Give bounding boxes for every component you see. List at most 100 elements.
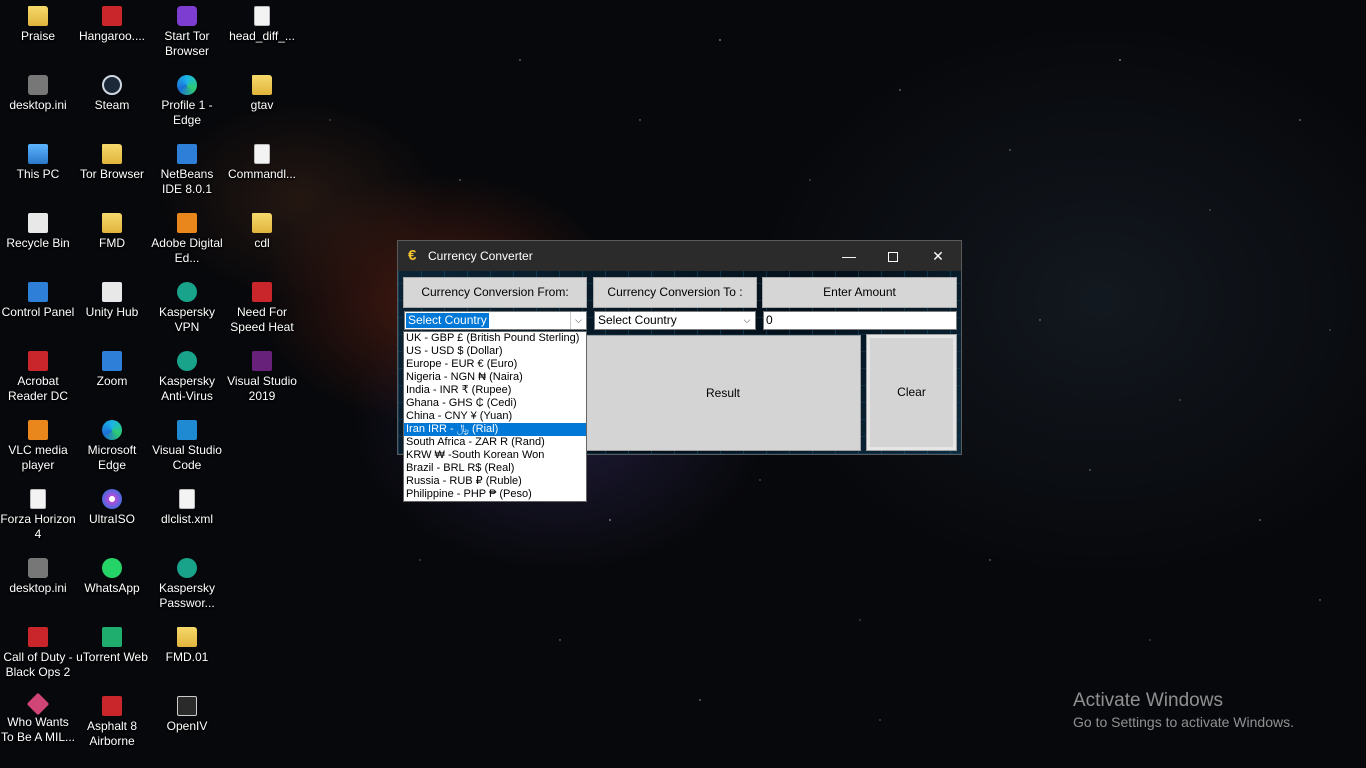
desktop-shortcut[interactable]: Kaspersky Passwor... [149, 558, 225, 611]
desktop-shortcut[interactable]: Asphalt 8 Airborne [74, 696, 150, 749]
minimize-button[interactable]: — [826, 241, 872, 271]
disc-icon [102, 489, 122, 509]
desktop-shortcut[interactable]: Forza Horizon 4 [0, 489, 76, 542]
file-icon [30, 489, 46, 509]
dropdown-option[interactable]: South Africa - ZAR R (Rand) [404, 436, 586, 449]
dropdown-option[interactable]: Philippine - PHP ₱ (Peso) [404, 488, 586, 501]
desktop-shortcut-label: NetBeans IDE 8.0.1 [160, 167, 214, 196]
desktop-shortcut[interactable]: FMD [74, 213, 150, 251]
clear-button[interactable]: Clear [866, 334, 957, 451]
zoom-icon [102, 351, 122, 371]
dropdown-option[interactable]: Nigeria - NGN ₦ (Naira) [404, 371, 586, 384]
desktop-shortcut[interactable]: This PC [0, 144, 76, 182]
desktop-shortcut[interactable]: Call of Duty - Black Ops 2 [0, 627, 76, 680]
recycle-bin-icon [28, 213, 48, 233]
openiv-icon [177, 696, 197, 716]
game-icon [26, 692, 50, 716]
desktop-shortcut[interactable]: UltraISO [74, 489, 150, 527]
game-icon [102, 6, 122, 26]
desktop-shortcut[interactable]: Steam [74, 75, 150, 113]
desktop-shortcut[interactable]: Start Tor Browser [149, 6, 225, 59]
desktop-shortcut[interactable]: Control Panel [0, 282, 76, 320]
desktop-shortcut-label: Kaspersky Anti-Virus [158, 374, 216, 403]
desktop-shortcut-label: dlclist.xml [160, 512, 213, 526]
dropdown-option[interactable]: KRW ₩ -South Korean Won [404, 449, 586, 462]
desktop-shortcut[interactable]: Need For Speed Heat [224, 282, 300, 335]
desktop-shortcut[interactable]: Acrobat Reader DC [0, 351, 76, 404]
desktop-shortcut[interactable]: Zoom [74, 351, 150, 389]
chevron-down-icon[interactable]: ⌵ [739, 312, 755, 329]
desktop-shortcut[interactable]: Profile 1 - Edge [149, 75, 225, 128]
desktop-shortcut-label: Profile 1 - Edge [161, 98, 213, 127]
conversion-from-label-button[interactable]: Currency Conversion From: [403, 277, 587, 308]
dropdown-option[interactable]: UK - GBP £ (British Pound Sterling) [404, 332, 586, 345]
desktop-shortcut[interactable]: Recycle Bin [0, 213, 76, 251]
kaspersky-icon [177, 351, 197, 371]
maximize-icon [888, 252, 898, 263]
dropdown-option[interactable]: India - INR ₹ (Rupee) [404, 384, 586, 397]
desktop-shortcut[interactable]: Kaspersky Anti-Virus [149, 351, 225, 404]
desktop-shortcut[interactable]: Microsoft Edge [74, 420, 150, 473]
to-country-combobox[interactable]: Select Country ⌵ [594, 311, 756, 330]
dropdown-option[interactable]: Europe - EUR € (Euro) [404, 358, 586, 371]
desktop-shortcut[interactable]: desktop.ini [0, 75, 76, 113]
from-country-dropdown-list[interactable]: UK - GBP £ (British Pound Sterling) US - … [403, 331, 587, 502]
visual-studio-icon [252, 351, 272, 371]
desktop-shortcut[interactable]: desktop.ini [0, 558, 76, 596]
dropdown-option[interactable]: Brazil - BRL R$ (Real) [404, 462, 586, 475]
acrobat-icon [28, 351, 48, 371]
desktop-shortcut[interactable]: WhatsApp [74, 558, 150, 596]
vlc-icon [28, 420, 48, 440]
desktop-shortcut-label: cdl [254, 236, 270, 250]
desktop-shortcut[interactable]: Commandl... [224, 144, 300, 182]
desktop-shortcut-label: VLC media player [8, 443, 68, 472]
desktop-shortcut[interactable]: uTorrent Web [74, 627, 150, 665]
desktop-shortcut[interactable]: VLC media player [0, 420, 76, 473]
file-icon [254, 6, 270, 26]
desktop-shortcut-label: head_diff_... [229, 29, 295, 43]
result-button[interactable]: Result [585, 335, 861, 451]
desktop-shortcut[interactable]: gtav [224, 75, 300, 113]
desktop-shortcut-label: FMD.01 [165, 650, 209, 664]
amount-input[interactable]: 0 [763, 311, 957, 330]
computer-icon [28, 144, 48, 164]
desktop-shortcut[interactable]: Tor Browser [74, 144, 150, 182]
desktop-shortcut-label: Tor Browser [79, 167, 144, 181]
desktop-shortcut[interactable]: Unity Hub [74, 282, 150, 320]
desktop-shortcut-label: Visual Studio 2019 [227, 374, 297, 403]
dropdown-option[interactable]: Iran IRR - ﷼ (Rial) [404, 423, 586, 436]
desktop-shortcut[interactable]: dlclist.xml [149, 489, 225, 527]
chevron-down-icon[interactable]: ⌵ [570, 312, 586, 329]
desktop-shortcut[interactable]: Hangaroo.... [74, 6, 150, 44]
desktop-shortcut-label: Hangaroo.... [78, 29, 146, 43]
desktop-shortcut[interactable]: Kaspersky VPN [149, 282, 225, 335]
desktop-shortcut[interactable]: Visual Studio Code [149, 420, 225, 473]
from-country-combobox[interactable]: Select Country ⌵ [404, 311, 587, 330]
desktop-shortcut[interactable]: Praise [0, 6, 76, 44]
activate-windows-watermark: Activate Windows Go to Settings to activ… [1073, 689, 1294, 731]
folder-icon [102, 144, 122, 164]
close-button[interactable]: ✕ [915, 241, 961, 271]
desktop-shortcut[interactable]: NetBeans IDE 8.0.1 [149, 144, 225, 197]
title-bar[interactable]: € Currency Converter — ✕ [398, 241, 961, 271]
desktop-shortcut-label: Who Wants To Be A MIL... [0, 715, 76, 744]
conversion-to-label-button[interactable]: Currency Conversion To : [593, 277, 757, 308]
desktop-shortcut[interactable]: OpenIV [149, 696, 225, 734]
adobe-icon [177, 213, 197, 233]
desktop-shortcut[interactable]: FMD.01 [149, 627, 225, 665]
desktop-shortcut-label: Forza Horizon 4 [0, 512, 76, 541]
desktop-shortcut[interactable]: head_diff_... [224, 6, 300, 44]
desktop-shortcut[interactable]: Who Wants To Be A MIL... [0, 692, 76, 745]
dropdown-option[interactable]: China - CNY ¥ (Yuan) [404, 410, 586, 423]
enter-amount-label-button[interactable]: Enter Amount [762, 277, 957, 308]
dropdown-option[interactable]: Ghana - GHS ₵ (Cedi) [404, 397, 586, 410]
dropdown-option[interactable]: Russia - RUB ₽ (Ruble) [404, 475, 586, 488]
dropdown-option[interactable]: US - USD $ (Dollar) [404, 345, 586, 358]
kaspersky-icon [177, 282, 197, 302]
desktop-shortcut[interactable]: Visual Studio 2019 [224, 351, 300, 404]
desktop-shortcut[interactable]: Adobe Digital Ed... [149, 213, 225, 266]
desktop-shortcut[interactable]: cdl [224, 213, 300, 251]
maximize-button[interactable] [870, 241, 916, 271]
watermark-subtitle: Go to Settings to activate Windows. [1073, 714, 1294, 730]
desktop-shortcut-label: Asphalt 8 Airborne [86, 719, 138, 748]
